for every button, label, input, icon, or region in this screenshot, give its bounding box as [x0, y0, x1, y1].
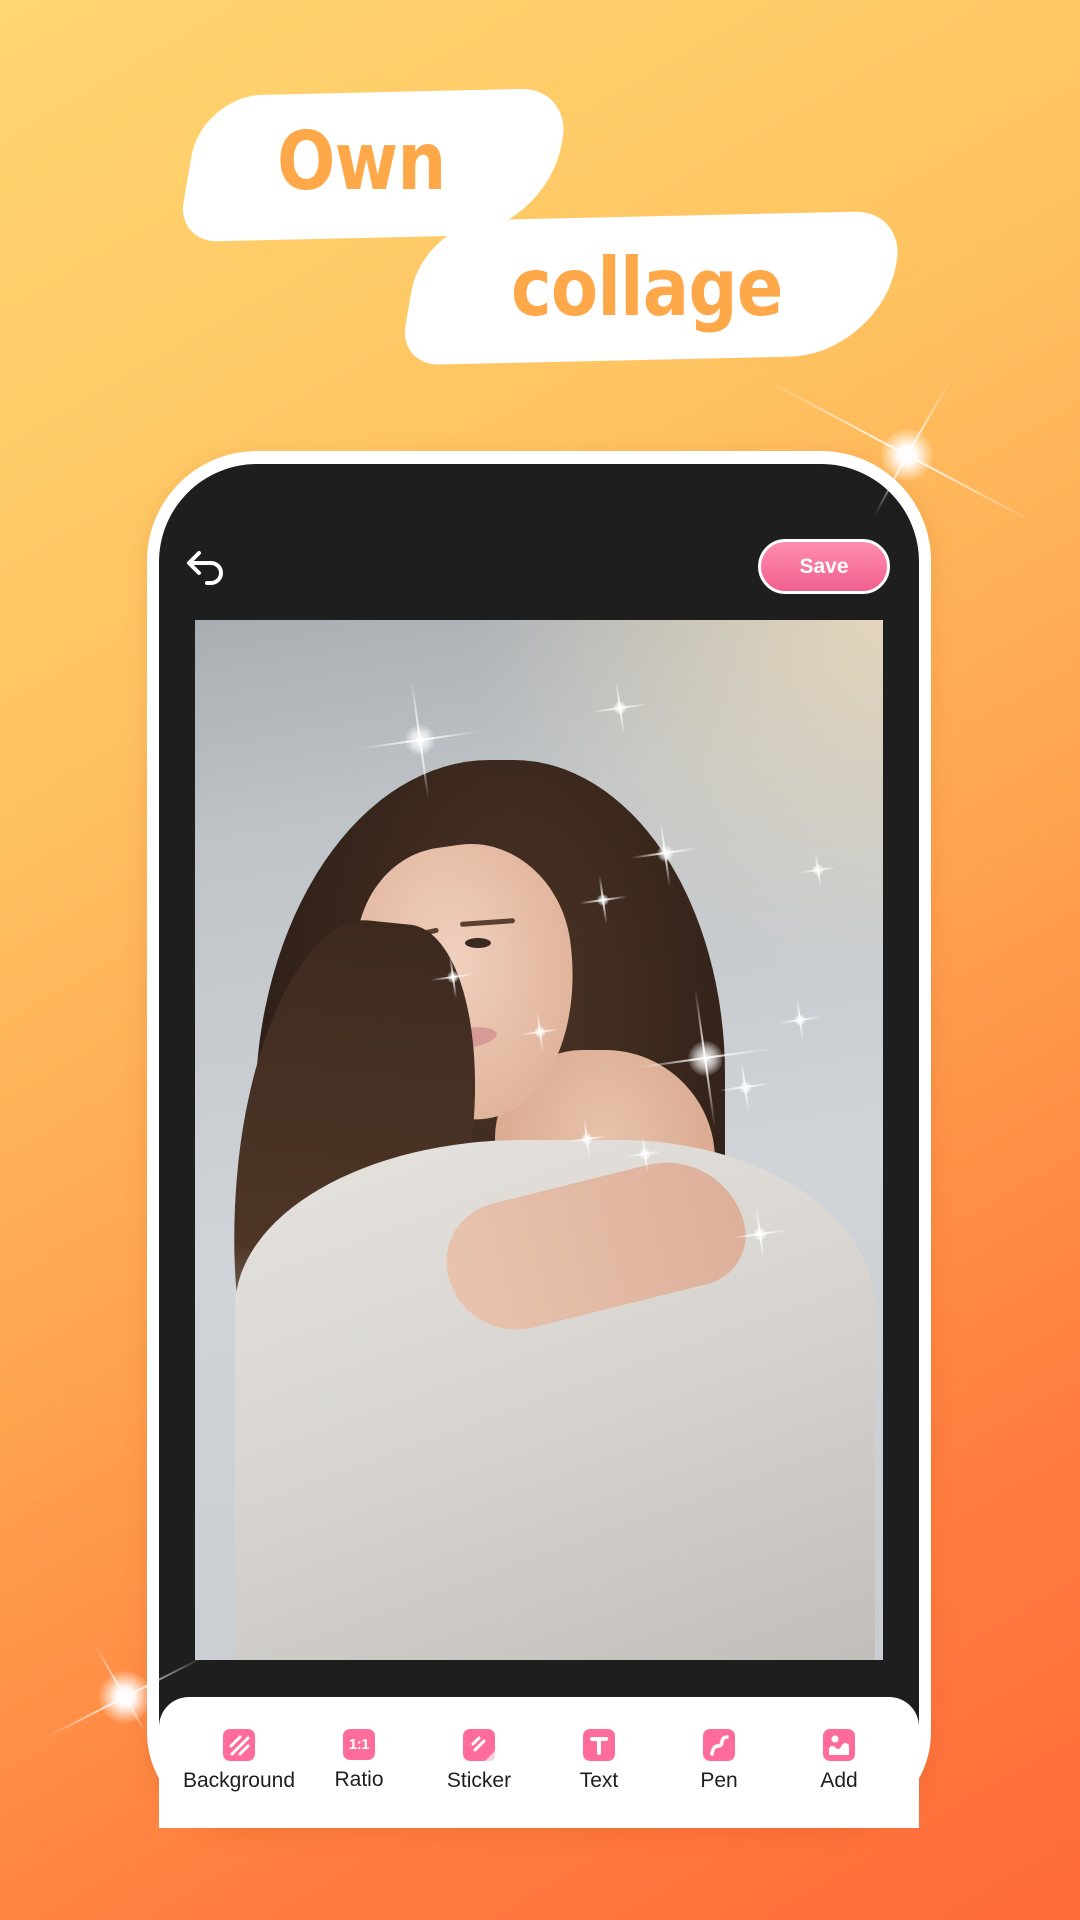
pen-squiggle-icon [703, 1729, 735, 1761]
background-stripes-icon [223, 1729, 255, 1761]
ratio-icon: 1:1 [343, 1729, 375, 1760]
tool-background[interactable]: Background [179, 1729, 299, 1792]
tool-pen[interactable]: Pen [659, 1729, 779, 1792]
tool-label: Text [579, 1769, 619, 1792]
tool-sticker[interactable]: Sticker [419, 1729, 539, 1792]
tool-label: Add [820, 1769, 858, 1792]
sticker-icon [463, 1729, 495, 1761]
tool-label: Ratio [334, 1768, 384, 1791]
add-image-icon [823, 1729, 855, 1761]
text-t-icon [583, 1729, 615, 1761]
tool-label: Pen [700, 1769, 738, 1792]
collage-photo[interactable] [195, 620, 883, 1660]
tool-add[interactable]: Add [779, 1729, 899, 1792]
headline-line-1: Own [277, 115, 446, 208]
tool-ratio[interactable]: 1:1 Ratio [299, 1729, 419, 1791]
tool-label: Background [182, 1769, 296, 1792]
tool-label: Sticker [446, 1769, 512, 1792]
tool-text[interactable]: Text [539, 1729, 659, 1792]
undo-arrow-icon [187, 551, 223, 585]
undo-button[interactable] [185, 549, 227, 585]
ratio-icon-text: 1:1 [348, 1736, 370, 1753]
photo-eye-right [465, 938, 491, 948]
headline-line-2: collage [511, 241, 783, 334]
save-button[interactable]: Save [758, 539, 890, 594]
